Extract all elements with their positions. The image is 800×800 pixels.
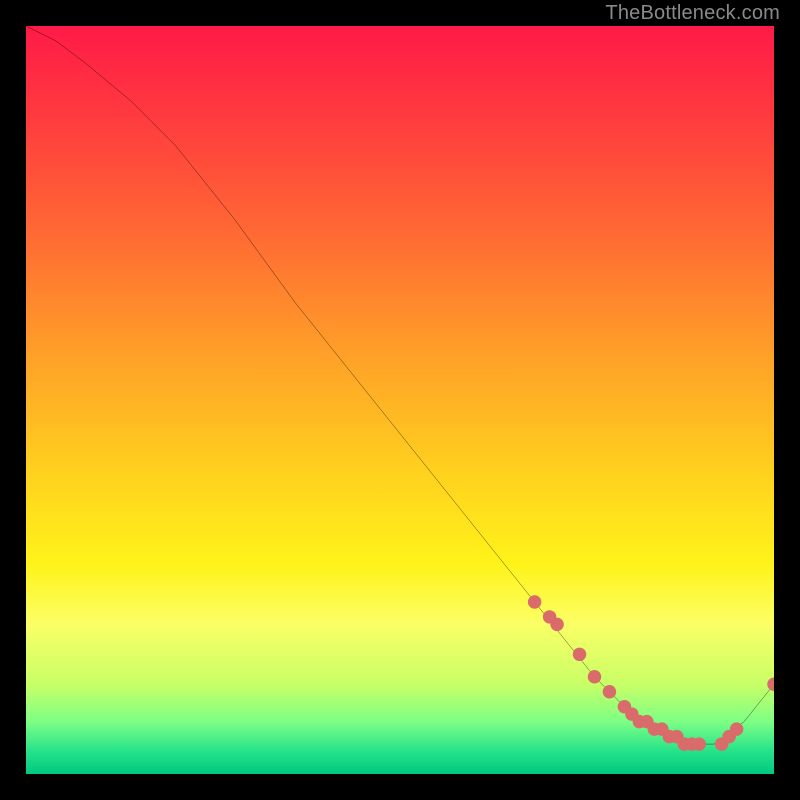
highlight-dot	[550, 618, 563, 631]
marker-group	[528, 595, 774, 751]
highlight-dot	[730, 722, 743, 735]
highlight-dot	[573, 648, 586, 661]
watermark-text: TheBottleneck.com	[605, 2, 780, 25]
highlight-dot	[588, 670, 601, 683]
curve-path	[26, 26, 774, 744]
highlight-dot	[603, 685, 616, 698]
highlight-dot	[528, 595, 541, 608]
chart-stage: TheBottleneck.com	[0, 0, 800, 800]
chart-svg	[26, 26, 774, 774]
plot-area	[26, 26, 774, 774]
highlight-dot	[692, 737, 705, 750]
highlight-dot	[767, 678, 774, 691]
